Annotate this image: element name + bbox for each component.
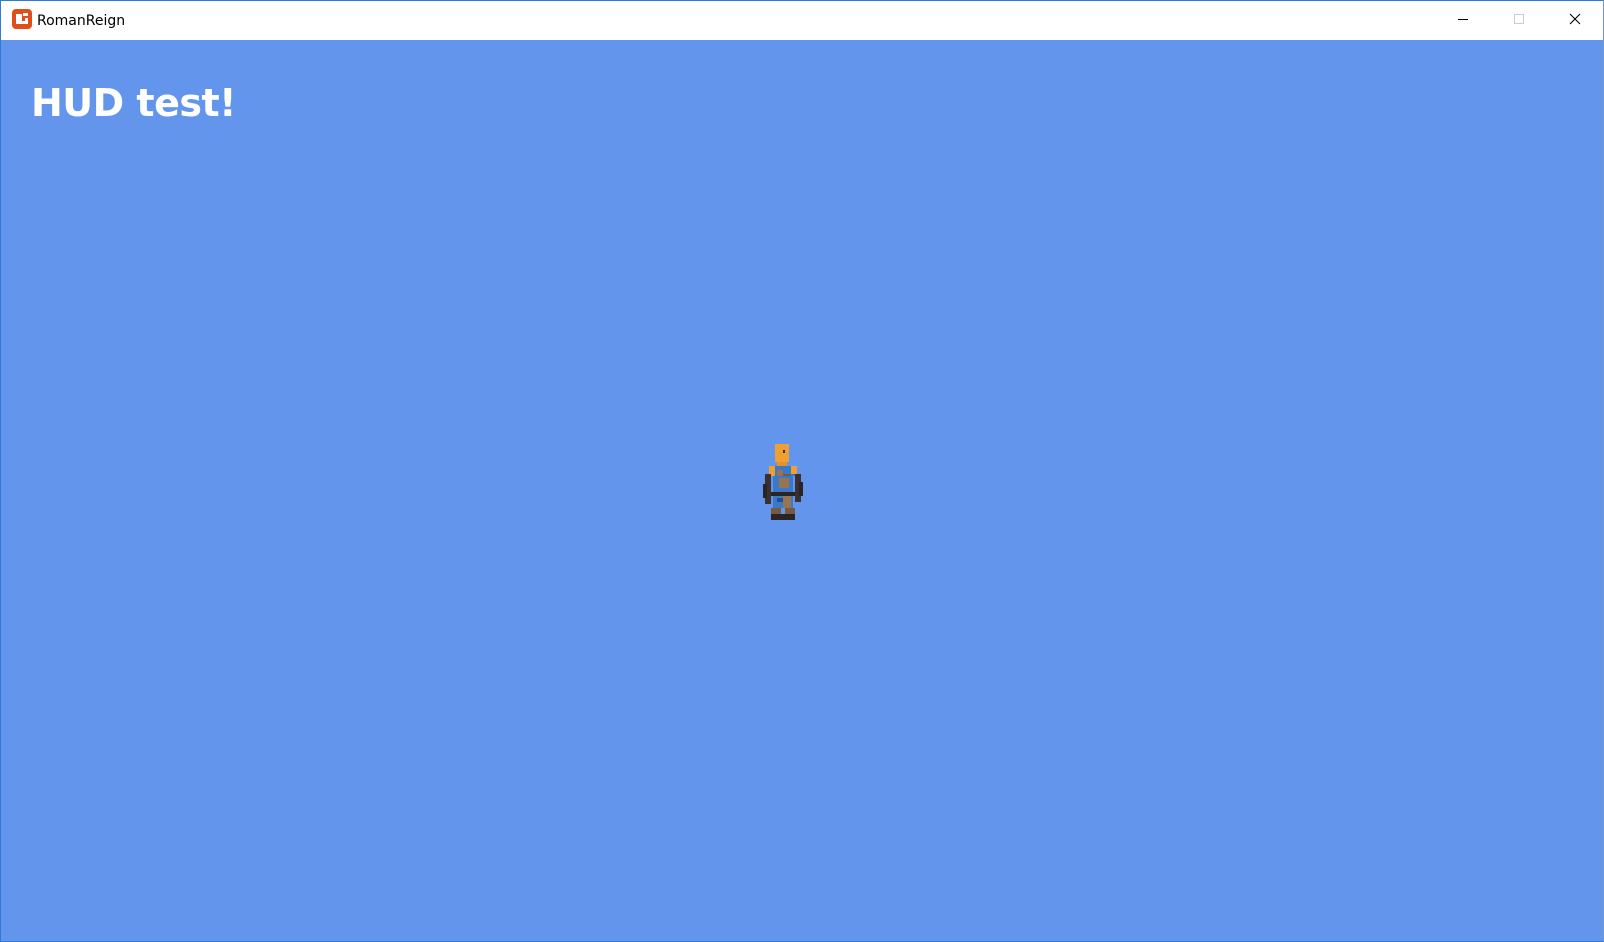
- title-bar[interactable]: RomanReign: [1, 1, 1603, 40]
- game-viewport[interactable]: HUD test!: [1, 40, 1603, 941]
- player-character-sprite: [763, 444, 803, 520]
- close-button[interactable]: [1547, 1, 1603, 40]
- close-icon: [1569, 12, 1581, 30]
- monogame-icon: [12, 9, 32, 29]
- window-title: RomanReign: [37, 13, 126, 29]
- maximize-button[interactable]: [1491, 1, 1547, 40]
- minimize-icon: [1457, 12, 1469, 30]
- game-window: RomanReign HUD test!: [0, 0, 1604, 942]
- minimize-button[interactable]: [1435, 1, 1491, 40]
- hud-label: HUD test!: [31, 81, 236, 125]
- maximize-icon: [1513, 12, 1525, 30]
